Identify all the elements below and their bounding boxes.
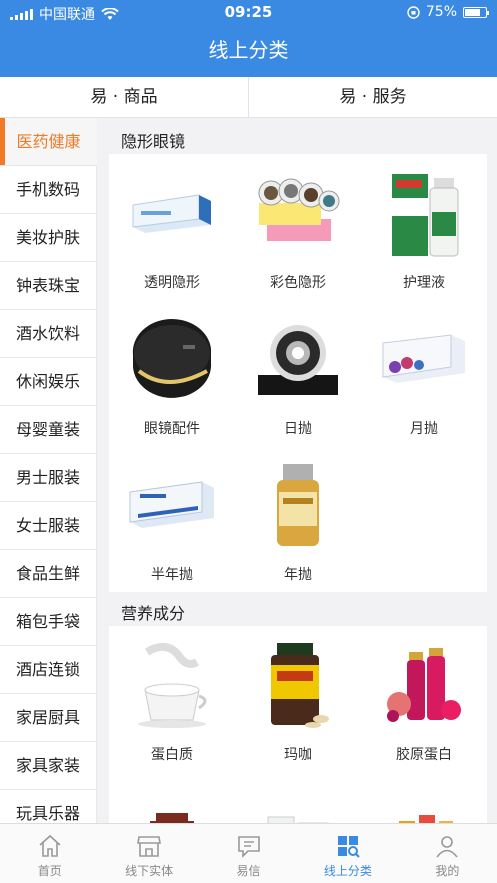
clear-lens-box-image (122, 168, 222, 258)
sidebar-item-furniture[interactable]: 家具家装 (0, 742, 97, 790)
lens-case-image (122, 314, 222, 404)
sidebar-item-beauty[interactable]: 美妆护肤 (0, 214, 97, 262)
bottom-tab-bar: 首页 线下实体 易信 线上分类 我的 (0, 823, 497, 883)
color-lens-image (248, 168, 348, 258)
section-title-contact-lens: 隐形眼镜 (121, 132, 186, 151)
tile-label: 护理液 (403, 275, 445, 291)
category-tile[interactable] (235, 788, 361, 823)
sidebar-item-hotels[interactable]: 酒店连锁 (0, 646, 97, 694)
tab-offline-store[interactable]: 线下实体 (99, 824, 198, 883)
tile-label: 年抛 (284, 567, 312, 583)
category-content: 隐形眼镜 透明隐形 彩色隐形 护理液 眼镜配件 日抛 月抛 半年抛 年抛 营养成… (97, 118, 497, 823)
sidebar-item-bags[interactable]: 箱包手袋 (0, 598, 97, 646)
category-tile[interactable]: 日抛 (235, 314, 361, 438)
tab-label: 线上分类 (323, 864, 372, 878)
category-tile[interactable]: 护理液 (361, 168, 487, 292)
supplement-bottle-image (122, 788, 222, 823)
segment-services[interactable]: 易 · 服务 (248, 77, 497, 117)
home-icon (39, 834, 61, 857)
category-tile[interactable]: 月抛 (361, 314, 487, 438)
tab-label: 首页 (37, 864, 62, 878)
daily-lens-image (248, 314, 348, 404)
sidebar-item-jewelry[interactable]: 钟表珠宝 (0, 262, 97, 310)
page-title: 线上分类 (208, 38, 289, 62)
tile-label: 月抛 (410, 421, 438, 437)
sidebar-item-leisure[interactable]: 休闲娱乐 (0, 358, 97, 406)
battery-percent: 75% (425, 4, 457, 20)
tab-messages[interactable]: 易信 (199, 824, 298, 883)
app-header: 中国联通 09:25 75% 线上分类 (0, 0, 497, 77)
category-sidebar: 医药健康 手机数码 美妆护肤 钟表珠宝 酒水饮料 休闲娱乐 母婴童装 男士服装 … (0, 118, 97, 823)
supplement-box-image (248, 788, 348, 823)
category-tile[interactable]: 彩色隐形 (235, 168, 361, 292)
tile-label: 胶原蛋白 (396, 747, 452, 763)
user-icon (436, 836, 458, 858)
tile-label: 玛咖 (284, 747, 312, 763)
sidebar-item-menswear[interactable]: 男士服装 (0, 454, 97, 502)
sidebar-item-food[interactable]: 食品生鲜 (0, 550, 97, 598)
half-year-lens-box-image (122, 460, 222, 550)
category-tile[interactable]: 年抛 (235, 460, 361, 584)
sidebar-item-toys[interactable]: 玩具乐器 (0, 790, 97, 823)
tile-label: 日抛 (284, 421, 312, 437)
collagen-drink-image (374, 640, 474, 730)
monthly-lens-box-image (374, 314, 474, 404)
sidebar-item-baby[interactable]: 母婴童装 (0, 406, 97, 454)
sidebar-item-medical[interactable]: 医药健康 (0, 118, 97, 166)
category-tile[interactable] (109, 788, 235, 823)
sidebar-item-womenswear[interactable]: 女士服装 (0, 502, 97, 550)
orientation-lock-icon (407, 5, 420, 19)
sidebar-item-kitchen[interactable]: 家居厨具 (0, 694, 97, 742)
care-solution-image (374, 168, 474, 258)
tab-profile[interactable]: 我的 (398, 824, 497, 883)
category-tile[interactable]: 玛咖 (235, 640, 361, 764)
category-grid-icon (337, 836, 360, 858)
category-tile[interactable]: 蛋白质 (109, 640, 235, 764)
protein-image (122, 640, 222, 730)
tile-label: 彩色隐形 (270, 275, 326, 291)
juice-bottles-image (374, 788, 474, 823)
tile-label: 半年抛 (151, 567, 193, 583)
sidebar-item-digital[interactable]: 手机数码 (0, 166, 97, 214)
battery-icon (463, 6, 489, 18)
sidebar-item-drinks[interactable]: 酒水饮料 (0, 310, 97, 358)
tile-label: 透明隐形 (144, 275, 200, 291)
contact-lens-grid: 透明隐形 彩色隐形 护理液 眼镜配件 日抛 月抛 半年抛 年抛 (109, 154, 487, 592)
segment-goods[interactable]: 易 · 商品 (0, 77, 248, 117)
tab-label: 线下实体 (125, 864, 174, 878)
store-icon (137, 836, 162, 857)
category-tile[interactable]: 透明隐形 (109, 168, 235, 292)
section-title-nutrition: 营养成分 (121, 604, 186, 623)
tab-label: 易信 (236, 864, 261, 878)
tab-home[interactable]: 首页 (0, 824, 99, 883)
tab-online-categories[interactable]: 线上分类 (298, 824, 397, 883)
yearly-lens-vial-image (248, 460, 348, 550)
tile-label: 眼镜配件 (144, 421, 200, 437)
message-icon (237, 836, 260, 858)
tab-label: 我的 (435, 864, 460, 878)
category-tile[interactable]: 眼镜配件 (109, 314, 235, 438)
nutrition-grid: 蛋白质 玛咖 胶原蛋白 (109, 626, 487, 823)
segment-tabs: 易 · 商品 易 · 服务 (0, 77, 497, 118)
tile-label: 蛋白质 (151, 747, 193, 763)
category-tile[interactable]: 胶原蛋白 (361, 640, 487, 764)
category-tile[interactable] (361, 788, 487, 823)
maca-bottle-image (248, 640, 348, 730)
status-bar: 中国联通 09:25 75% (0, 0, 497, 26)
category-tile[interactable]: 半年抛 (109, 460, 235, 584)
